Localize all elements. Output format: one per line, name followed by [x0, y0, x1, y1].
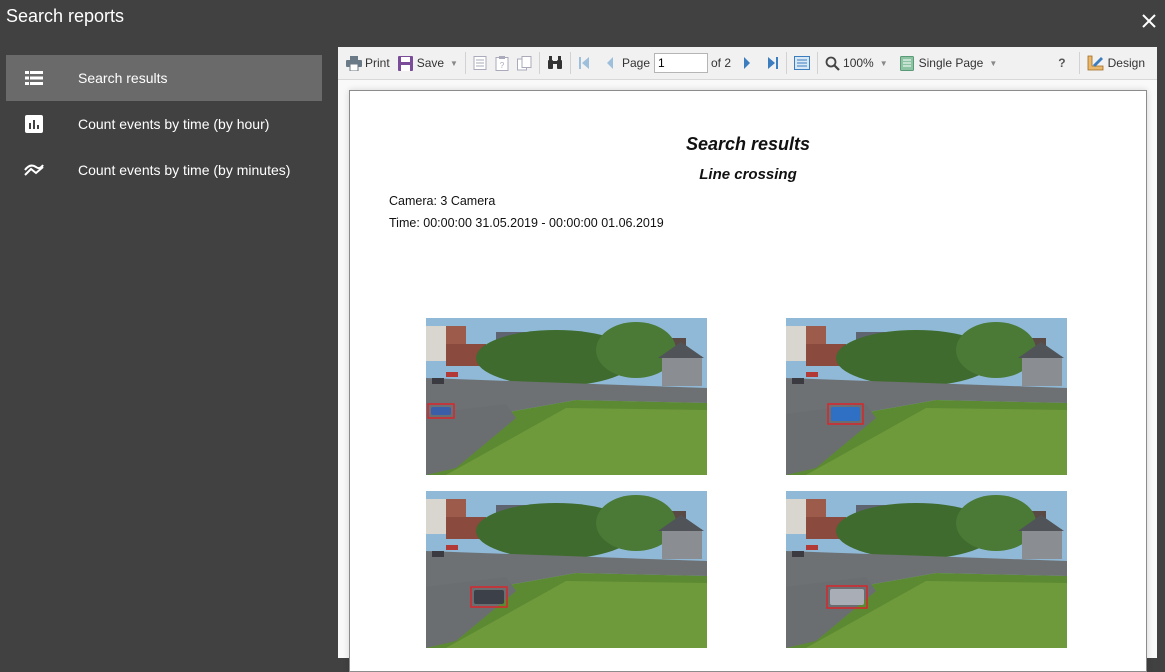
toolbar-divider: [786, 52, 788, 74]
design-label: Design: [1107, 56, 1145, 70]
copy-icon: [516, 55, 532, 70]
toolbar-divider: [538, 52, 540, 74]
close-button[interactable]: [1139, 11, 1159, 31]
page-number-input[interactable]: [654, 53, 708, 73]
sidebar-item-search-results[interactable]: Search results: [6, 55, 322, 101]
camera-scene: [786, 491, 1067, 648]
list-icon: [6, 71, 62, 85]
event-image-2[interactable]: [786, 318, 1067, 475]
sidebar-item-label: Count events by time (by minutes): [78, 162, 291, 178]
camera-scene: [786, 318, 1067, 475]
bar-chart-icon: [6, 115, 62, 133]
bookmarks-button[interactable]: [469, 51, 491, 75]
print-button[interactable]: Print: [342, 51, 394, 75]
event-image-1[interactable]: [426, 318, 707, 475]
sidebar: Search results Count events by time (by …: [6, 55, 322, 193]
clipboard-question-icon: ?: [495, 55, 509, 71]
report-viewer: Print Save ▼ ? Page of 2: [338, 47, 1157, 672]
vehicle: [474, 590, 504, 604]
copy-button[interactable]: [513, 51, 536, 75]
camera-line: Camera: 3 Camera: [389, 194, 496, 208]
binoculars-icon: [547, 56, 562, 69]
last-page-icon: [768, 57, 779, 69]
chevron-down-icon: ▼: [989, 58, 998, 68]
toolbar-divider: [817, 52, 819, 74]
report-title: Search results: [685, 134, 811, 154]
camera-scene: [426, 318, 707, 475]
save-icon: [397, 55, 413, 71]
single-page-icon: [899, 55, 914, 71]
parameters-button[interactable]: ?: [491, 51, 513, 75]
full-screen-button[interactable]: [790, 51, 814, 75]
last-page-button[interactable]: [763, 51, 783, 75]
chevron-down-icon: ▼: [879, 58, 888, 68]
toolbar-divider: [1078, 52, 1080, 74]
event-image-4[interactable]: [786, 491, 1067, 648]
page-count: of 2: [711, 56, 732, 70]
help-icon: ?: [1058, 56, 1066, 70]
zoom-dropdown[interactable]: 100% ▼: [821, 51, 892, 75]
report-page: Search results Line crossing Camera: 3 C…: [349, 90, 1147, 672]
vehicle: [830, 589, 864, 605]
zoom-level: 100%: [843, 56, 874, 70]
save-label: Save: [416, 56, 445, 70]
sidebar-item-label: Search results: [78, 70, 168, 86]
window-title: Search reports: [6, 6, 125, 26]
previous-page-button[interactable]: [602, 51, 618, 75]
page-label: Page: [621, 56, 650, 70]
toolbar-divider: [569, 52, 571, 74]
design-button[interactable]: Design: [1083, 51, 1149, 75]
svg-text:?: ?: [500, 61, 505, 70]
print-label: Print: [365, 56, 390, 70]
next-page-button[interactable]: [739, 51, 755, 75]
find-button[interactable]: [543, 51, 567, 75]
line-chart-icon: [6, 163, 62, 177]
report-subtitle: Line crossing: [699, 166, 797, 183]
view-mode-label: Single Page: [918, 56, 984, 70]
first-page-icon: [578, 57, 589, 69]
first-page-button[interactable]: [574, 51, 594, 75]
view-mode-dropdown[interactable]: Single Page ▼: [896, 51, 1002, 75]
previous-page-icon: [606, 57, 613, 69]
chevron-down-icon: ▼: [450, 58, 458, 68]
camera-scene: [426, 491, 707, 648]
viewer-toolbar: Print Save ▼ ? Page of 2: [338, 47, 1157, 80]
save-button[interactable]: Save ▼: [394, 51, 462, 75]
help-button[interactable]: ?: [1054, 51, 1069, 75]
printer-icon: [346, 55, 362, 71]
close-icon: [1142, 14, 1156, 28]
magnifier-icon: [825, 56, 840, 71]
event-image-3[interactable]: [426, 491, 707, 648]
sidebar-item-label: Count events by time (by hour): [78, 116, 270, 132]
vehicle: [431, 407, 451, 415]
document-list-icon: [473, 56, 487, 70]
toolbar-divider: [464, 52, 466, 74]
sidebar-item-count-by-minutes[interactable]: Count events by time (by minutes): [6, 147, 322, 193]
time-range-line: Time: 00:00:00 31.05.2019 - 00:00:00 01.…: [389, 216, 664, 230]
design-icon: [1087, 55, 1104, 71]
sidebar-item-count-by-hour[interactable]: Count events by time (by hour): [6, 101, 322, 147]
vehicle: [831, 407, 860, 421]
page-view-icon: [794, 56, 811, 70]
next-page-icon: [744, 57, 751, 69]
